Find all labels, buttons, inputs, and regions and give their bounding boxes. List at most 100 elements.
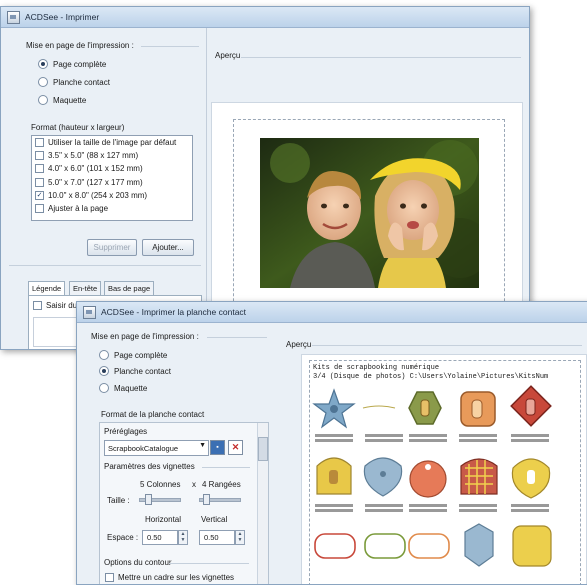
thumb-red-frame (314, 533, 356, 559)
format-item-label: 5.0" x 7.0" (127 x 177 mm) (48, 177, 143, 187)
rows-text: 4 Rangées (202, 480, 241, 489)
thumb-orange-frame (408, 533, 450, 559)
radio-label: Maquette (53, 95, 87, 105)
radio-label: Planche contact (53, 77, 110, 87)
radio-indicator (38, 77, 48, 87)
contact-sheet-titlebar[interactable]: ACDSee - Imprimer la planche contact (77, 302, 587, 323)
checkbox[interactable] (105, 573, 114, 582)
border-options-line (169, 563, 249, 564)
contact-sheet-window: ACDSee - Imprimer la planche contact Mis… (76, 301, 587, 585)
checkbox[interactable] (35, 177, 44, 187)
format-group-label: Format (hauteur x largeur) (31, 123, 125, 132)
preview-photo (260, 138, 479, 288)
preset-value: ScrapbookCatalogue (108, 443, 179, 453)
vertical-spin-buttons[interactable]: ▲ ▼ (235, 530, 245, 545)
checkbox[interactable] (35, 138, 44, 148)
print-window: ACDSee - Imprimer Mise en page de l'impr… (0, 6, 530, 350)
checkbox[interactable] (35, 204, 44, 214)
radio-indicator (38, 59, 48, 69)
checkbox[interactable] (33, 301, 42, 310)
thumb-green-frame (364, 533, 406, 559)
layout-radio-contact-sheet[interactable]: Planche contact (99, 366, 171, 376)
thumb-plaid-tag (460, 458, 498, 495)
presets-label: Préréglages (104, 427, 148, 436)
checkbox[interactable] (35, 164, 44, 174)
window-title: ACDSee - Imprimer (25, 12, 100, 22)
thumb-blue-badge (464, 523, 494, 567)
radio-label: Planche contact (114, 366, 171, 376)
spacing-label: Espace : (107, 533, 139, 542)
thumb-yellow-badge (512, 525, 552, 567)
save-preset-icon[interactable]: ▪ (210, 440, 225, 455)
thumb-ribbon-embellishment (362, 405, 396, 409)
border-checkbox[interactable]: Mettre un cadre sur les vignettes (105, 573, 234, 582)
columns-slider-thumb[interactable] (145, 494, 152, 505)
sheet-format-label: Format de la planche contact (101, 410, 205, 419)
add-button[interactable]: Ajouter... (142, 239, 194, 256)
caption-checkbox[interactable]: Saisir du (33, 301, 77, 310)
radio-indicator (99, 366, 109, 376)
format-item[interactable]: ✓ 10.0" x 8.0" (254 x 203 mm) (32, 189, 192, 202)
radio-label: Maquette (114, 383, 148, 393)
layout-radio-template[interactable]: Maquette (38, 95, 86, 105)
preview-label: Aperçu (286, 340, 312, 349)
tab-caption[interactable]: Légende (28, 281, 66, 295)
thumbnail-params-label: Paramètres des vignettes (104, 462, 195, 471)
preview-label: Aperçu (215, 51, 241, 60)
radio-indicator (38, 95, 48, 105)
radio-indicator (99, 350, 109, 360)
print-window-titlebar[interactable]: ACDSee - Imprimer (1, 7, 529, 28)
vertical-spacing-input[interactable]: 0.50 (199, 530, 235, 545)
delete-button[interactable]: Supprimer (87, 239, 137, 256)
acdsee-app-icon (83, 305, 96, 319)
checkbox-checked[interactable]: ✓ (35, 190, 44, 200)
tab-header[interactable]: En-tête (69, 281, 102, 295)
format-item[interactable]: Ajuster à la page (32, 202, 192, 215)
vertical-spacing-value: 0.50 (204, 533, 219, 542)
horizontal-label: Horizontal (145, 515, 182, 524)
format-item-label: 3.5" x 5.0" (88 x 127 mm) (48, 151, 139, 161)
window-title: ACDSee - Imprimer la planche contact (101, 307, 247, 317)
format-item[interactable]: 5.0" x 7.0" (127 x 177 mm) (32, 176, 192, 189)
layout-group-label: Mise en page de l'impression : (26, 41, 134, 50)
radio-label: Page complète (53, 59, 107, 69)
vertical-label: Vertical (201, 515, 228, 524)
format-item-label: 4.0" x 6.0" (101 x 152 mm) (48, 164, 143, 174)
thumbnail-params-line (202, 467, 250, 468)
sheet-title: Kits de scrapbooking numérique (313, 364, 440, 372)
layout-radio-full-page[interactable]: Page complète (38, 59, 106, 69)
checkbox-label: Saisir du (46, 301, 78, 310)
horizontal-spacing-input[interactable]: 0.50 (142, 530, 178, 545)
layout-group-label: Mise en page de l'impression : (91, 332, 199, 341)
rows-slider-thumb[interactable] (203, 494, 210, 505)
checkbox[interactable] (35, 151, 44, 161)
preview-group-line (241, 57, 521, 58)
thumb-captions-row-1 (315, 434, 549, 442)
format-item[interactable]: 3.5" x 5.0" (88 x 127 mm) (32, 149, 192, 162)
format-item-label: 10.0" x 8.0" (254 x 203 mm) (48, 190, 148, 200)
preview-group-line (312, 345, 582, 346)
format-item[interactable]: Utiliser la taille de l'image par défaut (32, 136, 192, 149)
format-list[interactable]: Utiliser la taille de l'image par défaut… (31, 135, 193, 221)
tab-footer[interactable]: Bas de page (104, 281, 155, 295)
panel-divider (9, 265, 201, 266)
format-item[interactable]: 4.0" x 6.0" (101 x 152 mm) (32, 162, 192, 175)
delete-preset-icon[interactable]: ✕ (228, 440, 243, 455)
border-options-label: Options du contour (104, 558, 172, 567)
scrollbar-thumb[interactable] (258, 437, 268, 461)
thumbnail-grid (312, 385, 552, 567)
radio-indicator (99, 383, 109, 393)
horizontal-spacing-value: 0.50 (147, 533, 162, 542)
chevron-down-icon: ▼ (199, 442, 206, 449)
layout-radio-template[interactable]: Maquette (99, 383, 147, 393)
columns-text: 5 Colonnes (140, 480, 181, 489)
preset-select[interactable]: ScrapbookCatalogue ▼ (104, 440, 209, 456)
layout-radio-full-page[interactable]: Page complète (99, 350, 167, 360)
acdsee-app-icon (7, 10, 20, 24)
times-sign: x (192, 480, 196, 489)
layout-group-line (207, 337, 267, 338)
format-item-label: Ajuster à la page (48, 204, 109, 214)
layout-radio-contact-sheet[interactable]: Planche contact (38, 77, 110, 87)
horizontal-spin-buttons[interactable]: ▲ ▼ (178, 530, 188, 545)
format-item-label: Utiliser la taille de l'image par défaut (48, 138, 177, 148)
